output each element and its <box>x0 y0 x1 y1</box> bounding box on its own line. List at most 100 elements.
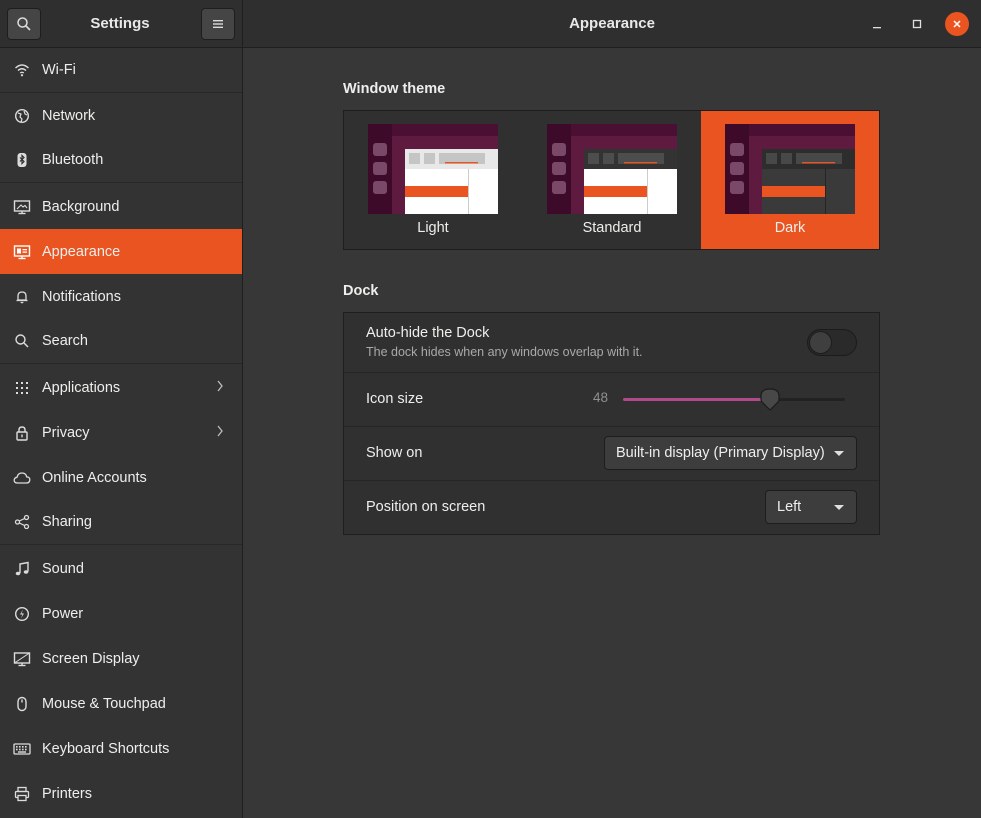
dock-heading: Dock <box>343 283 379 299</box>
wifi-icon <box>13 61 31 79</box>
search-icon <box>17 17 31 31</box>
music-note-icon <box>13 560 31 578</box>
sidebar-item-label: Printers <box>42 785 92 802</box>
position-label: Position on screen <box>366 499 486 515</box>
close-button[interactable] <box>945 12 969 36</box>
globe-icon <box>13 107 31 125</box>
sidebar-item-privacy[interactable]: Privacy <box>0 410 242 455</box>
sidebar-item-label: Screen Display <box>42 650 140 667</box>
mouse-icon <box>13 695 31 713</box>
sidebar-item-label: Wi-Fi <box>42 62 76 78</box>
display-icon <box>13 650 31 668</box>
sidebar-item-label: Sharing <box>42 514 92 530</box>
icon-size-label: Icon size <box>366 391 424 407</box>
sidebar-item-applications[interactable]: Applications <box>0 365 242 410</box>
sidebar-item-appearance[interactable]: Appearance <box>0 229 242 274</box>
sidebar-item-label: Search <box>42 333 88 349</box>
window-theme-heading: Window theme <box>343 81 446 97</box>
sidebar-item-power[interactable]: Power <box>0 591 242 636</box>
dock-settings-list: Auto-hide the Dock The dock hides when a… <box>343 312 880 535</box>
toggle-knob <box>809 331 832 354</box>
theme-option-dark[interactable]: Dark <box>701 111 879 249</box>
position-dropdown[interactable]: Left <box>765 490 857 524</box>
search-icon <box>13 332 31 350</box>
sidebar-item-label: Mouse & Touchpad <box>42 695 166 712</box>
icon-size-slider-handle[interactable] <box>759 387 780 411</box>
maximize-button[interactable] <box>905 12 929 36</box>
light-theme-preview <box>368 124 498 214</box>
sidebar-item-wifi[interactable]: Wi-Fi <box>0 48 242 93</box>
sidebar-item-sharing[interactable]: Sharing <box>0 500 242 545</box>
theme-option-light[interactable]: Light <box>344 111 522 249</box>
appearance-icon <box>13 243 31 261</box>
sidebar-item-printers[interactable]: Printers <box>0 771 242 816</box>
settings-window: Settings Appearance Wi-Fi Network Blueto… <box>0 0 981 818</box>
sidebar-item-label: Appearance <box>42 243 121 260</box>
sidebar-item-sound[interactable]: Sound <box>0 546 242 591</box>
position-row: Position on screen Left <box>344 481 879 535</box>
maximize-icon <box>912 19 922 29</box>
sidebar-item-screen-display[interactable]: Screen Display <box>0 636 242 681</box>
autohide-description: The dock hides when any windows overlap … <box>366 345 643 359</box>
sidebar-headerbar: Settings <box>0 0 243 48</box>
menu-button[interactable] <box>201 8 235 40</box>
minimize-icon <box>873 27 881 29</box>
theme-option-standard[interactable]: Standard <box>523 111 701 249</box>
show-on-row: Show on Built-in display (Primary Displa… <box>344 427 879 481</box>
power-icon <box>13 605 31 623</box>
main-headerbar: Appearance <box>243 0 981 48</box>
sidebar-item-online-accounts[interactable]: Online Accounts <box>0 455 242 500</box>
lock-icon <box>13 424 31 442</box>
sidebar-item-label: Network <box>42 107 96 124</box>
hamburger-menu-icon <box>213 20 223 28</box>
sidebar-item-label: Privacy <box>42 424 90 441</box>
icon-size-row: Icon size 48 <box>344 373 879 427</box>
sidebar-title: Settings <box>90 15 150 32</box>
main-content: Window theme Light Standard Dark Dock Au… <box>243 48 981 818</box>
sidebar-item-keyboard-shortcuts[interactable]: Keyboard Shortcuts <box>0 726 242 771</box>
cloud-icon <box>13 469 31 487</box>
dark-theme-preview <box>725 124 855 214</box>
sidebar-item-background[interactable]: Background <box>0 184 242 229</box>
dropdown-arrow-icon <box>834 505 844 510</box>
sidebar-item-search[interactable]: Search <box>0 319 242 364</box>
show-on-label: Show on <box>366 445 423 461</box>
printer-icon <box>13 785 31 803</box>
show-on-dropdown[interactable]: Built-in display (Primary Display) <box>604 436 857 470</box>
autohide-label: Auto-hide the Dock <box>366 325 490 341</box>
bluetooth-icon <box>13 151 31 169</box>
share-icon <box>13 513 31 531</box>
bell-icon <box>13 288 31 306</box>
close-icon <box>953 20 961 28</box>
sidebar-item-network[interactable]: Network <box>0 93 242 138</box>
theme-label: Standard <box>582 220 642 236</box>
position-value: Left <box>777 499 802 515</box>
apps-grid-icon <box>13 379 31 397</box>
sidebar-item-label: Notifications <box>42 288 121 305</box>
standard-theme-preview <box>547 124 677 214</box>
sidebar: Wi-Fi Network Bluetooth Background Appea… <box>0 48 243 818</box>
chevron-right-icon <box>216 424 224 442</box>
autohide-toggle[interactable] <box>807 329 857 356</box>
monitor-icon <box>13 198 31 216</box>
sidebar-item-label: Online Accounts <box>42 469 147 486</box>
theme-label: Light <box>417 220 449 236</box>
icon-size-slider-track[interactable] <box>623 398 845 401</box>
icon-size-value: 48 <box>593 390 609 405</box>
sidebar-item-label: Keyboard Shortcuts <box>42 740 170 757</box>
sidebar-item-label: Applications <box>42 379 121 396</box>
theme-label: Dark <box>774 220 806 236</box>
minimize-button[interactable] <box>865 12 889 36</box>
dropdown-arrow-icon <box>834 451 844 456</box>
sidebar-item-label: Background <box>42 198 120 215</box>
window-theme-selector: Light Standard Dark <box>343 110 880 250</box>
sidebar-item-label: Sound <box>42 560 84 577</box>
sidebar-item-label: Power <box>42 605 84 622</box>
icon-size-slider-fill <box>623 398 770 401</box>
sidebar-item-notifications[interactable]: Notifications <box>0 274 242 319</box>
sidebar-item-bluetooth[interactable]: Bluetooth <box>0 138 242 183</box>
autohide-row: Auto-hide the Dock The dock hides when a… <box>344 313 879 373</box>
sidebar-item-mouse-touchpad[interactable]: Mouse & Touchpad <box>0 681 242 726</box>
sidebar-item-label: Bluetooth <box>42 152 104 168</box>
keyboard-icon <box>13 740 31 758</box>
